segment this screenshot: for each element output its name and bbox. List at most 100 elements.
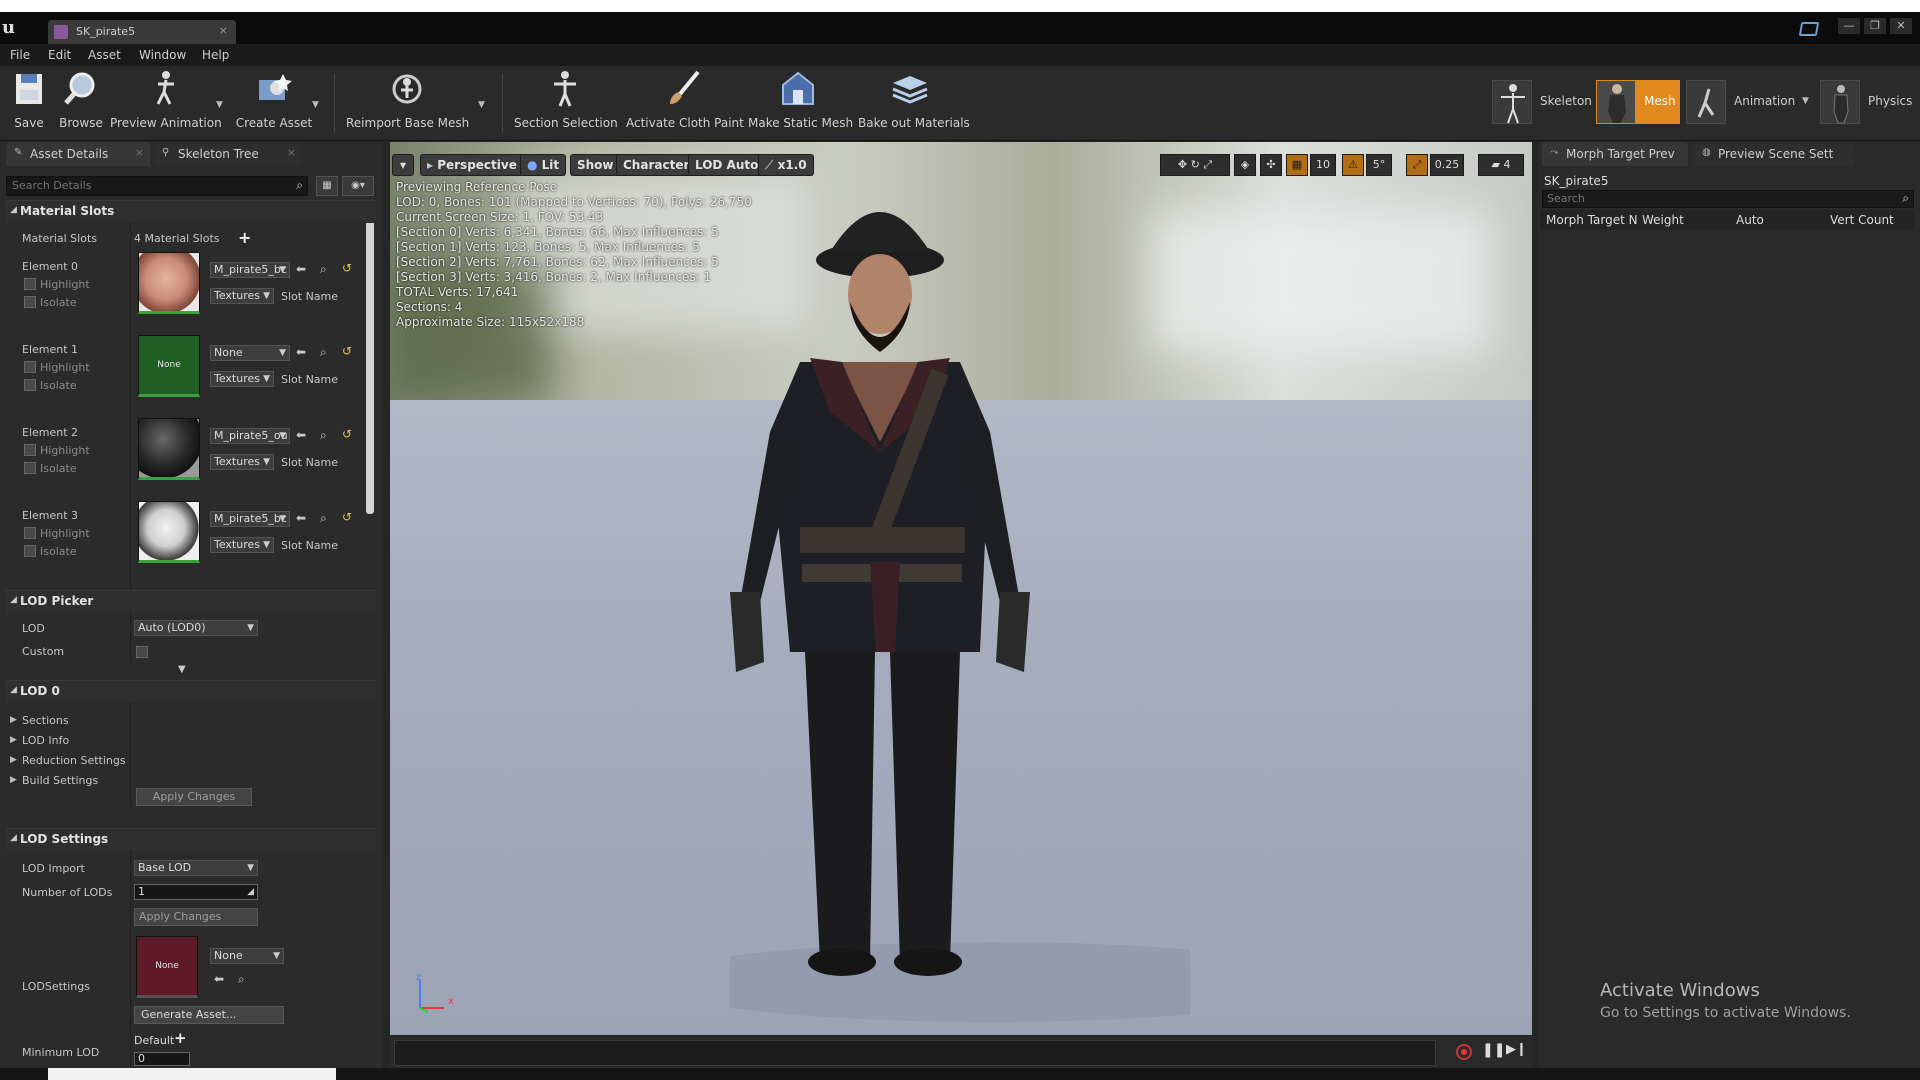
lod0-header[interactable]: ◢ LOD 0 [6, 680, 376, 703]
close-tab-icon[interactable]: × [287, 146, 296, 159]
material-thumbnail[interactable] [138, 418, 200, 480]
lod-select[interactable]: Auto (LOD0) ▼ [134, 620, 258, 636]
lod-auto-button[interactable]: LOD Auto [688, 154, 766, 176]
use-selected-arrow-icon[interactable]: ⬅ [214, 972, 224, 986]
restore-button[interactable]: ❐ [1864, 18, 1886, 34]
animation-mode-dropdown-icon[interactable]: ▼ [1802, 96, 1809, 106]
menu-file[interactable]: File [10, 48, 30, 62]
preview-animation-dropdown-icon[interactable]: ▼ [216, 100, 223, 110]
lod-settings-apply-changes-button[interactable]: Apply Changes [134, 908, 258, 926]
pause-icon[interactable]: ❚❚ [1482, 1042, 1505, 1058]
morph-search-input[interactable] [1543, 191, 1881, 206]
browse-search-icon[interactable]: ⌕ [320, 262, 327, 277]
close-window-button[interactable]: ✕ [1890, 18, 1912, 34]
browse-search-icon[interactable]: ⌕ [320, 511, 327, 526]
textures-dropdown[interactable]: Textures ▼ [210, 371, 274, 387]
use-selected-arrow-icon[interactable]: ⬅ [296, 262, 306, 276]
taskbar-search-area[interactable] [48, 1068, 336, 1080]
expand-advanced-icon[interactable]: ▼ [178, 664, 186, 675]
lodsettings-select[interactable]: None ▼ [210, 948, 284, 964]
create-asset-dropdown-icon[interactable]: ▼ [312, 100, 319, 110]
number-of-lods-input[interactable]: 1 ◢ [134, 884, 258, 900]
lod-import-select[interactable]: Base LOD ▼ [134, 860, 258, 876]
lit-button[interactable]: ● Lit [520, 154, 567, 176]
details-scrollbar[interactable] [366, 200, 374, 514]
visibility-eye-icon[interactable]: ◉▾ [342, 176, 374, 196]
browse-search-icon[interactable]: ⌕ [320, 345, 327, 360]
menu-edit[interactable]: Edit [48, 48, 71, 62]
add-override-icon[interactable]: + [174, 1029, 187, 1047]
reset-to-default-icon[interactable]: ↺ [342, 344, 352, 358]
view-options-grid-icon[interactable]: ▦ [316, 176, 338, 196]
column-weight[interactable]: Weight [1642, 213, 1684, 227]
transform-tools-group[interactable]: ✥ ↻ ⤢ [1160, 154, 1230, 176]
column-vert-count[interactable]: Vert Count [1830, 213, 1894, 227]
reset-to-default-icon[interactable]: ↺ [342, 261, 352, 275]
reimport-base-mesh-button[interactable]: Reimport Base Mesh [346, 66, 469, 138]
camera-speed-button[interactable]: ▰ 4 [1478, 154, 1524, 176]
use-selected-arrow-icon[interactable]: ⬅ [296, 345, 306, 359]
search-details-input[interactable] [7, 177, 287, 194]
textures-dropdown[interactable]: Textures ▼ [210, 537, 274, 553]
column-auto[interactable]: Auto [1736, 213, 1764, 227]
close-tab-icon[interactable]: × [135, 146, 144, 159]
preview-animation-button[interactable]: Preview Animation [110, 66, 222, 138]
isolate-checkbox[interactable] [24, 545, 36, 557]
viewport[interactable]: ▾ ▸ Perspective ● Lit Show Character LOD… [390, 142, 1532, 1035]
coordinate-space-icon[interactable]: ◈ [1234, 154, 1256, 176]
make-static-mesh-button[interactable]: Make Static Mesh [748, 66, 853, 138]
material-select[interactable]: M_pirate5_bc ▼ [210, 511, 290, 527]
browse-search-icon[interactable]: ⌕ [320, 428, 327, 443]
highlight-checkbox[interactable] [24, 278, 36, 290]
material-select[interactable]: M_pirate5_bc ▼ [210, 262, 290, 278]
material-thumbnail[interactable] [138, 501, 200, 563]
timeline-track[interactable] [394, 1040, 1436, 1066]
viewport-options-button[interactable]: ▾ [392, 154, 414, 176]
use-selected-arrow-icon[interactable]: ⬅ [296, 511, 306, 525]
unreal-logo-icon[interactable]: u [2, 18, 28, 38]
lod-picker-header[interactable]: ◢ LOD Picker [6, 590, 376, 613]
bake-out-materials-button[interactable]: Bake out Materials [858, 66, 970, 138]
scale-snap-value[interactable]: 0.25 [1430, 154, 1464, 176]
show-button[interactable]: Show [570, 154, 621, 176]
custom-checkbox[interactable] [136, 646, 148, 658]
tab-morph-target-preview[interactable]: ⤳ Morph Target Prev [1542, 142, 1688, 166]
save-button[interactable]: Save [4, 66, 54, 138]
use-selected-arrow-icon[interactable]: ⬅ [296, 428, 306, 442]
tab-preview-scene-settings[interactable]: ◍ Preview Scene Sett [1694, 142, 1854, 166]
material-thumbnail[interactable] [138, 252, 200, 314]
help-icon[interactable] [1798, 22, 1820, 36]
highlight-checkbox[interactable] [24, 444, 36, 456]
skeleton-mode-button[interactable]: Skeleton [1492, 80, 1592, 124]
create-asset-button[interactable]: Create Asset [232, 66, 316, 138]
menu-asset[interactable]: Asset [88, 48, 121, 62]
generate-asset-button[interactable]: Generate Asset... [134, 1006, 284, 1024]
rotation-snap-icon[interactable]: ⚠ [1342, 154, 1364, 176]
lodsettings-thumbnail[interactable]: None [136, 936, 198, 998]
playback-speed-button[interactable]: ⟋ x1.0 [758, 154, 814, 176]
textures-dropdown[interactable]: Textures ▼ [210, 454, 274, 470]
textures-dropdown[interactable]: Textures ▼ [210, 288, 274, 304]
reset-to-default-icon[interactable]: ↺ [342, 510, 352, 524]
browse-button[interactable]: Browse [56, 66, 106, 138]
material-select[interactable]: None ▼ [210, 345, 290, 361]
material-thumbnail[interactable]: None [138, 335, 200, 397]
step-forward-icon[interactable]: ▶❙ [1506, 1042, 1527, 1057]
column-morph-target-name[interactable]: Morph Target N [1546, 213, 1638, 227]
scale-snap-icon[interactable]: ⤢ [1406, 154, 1428, 176]
close-tab-icon[interactable]: × [219, 24, 228, 37]
isolate-checkbox[interactable] [24, 296, 36, 308]
mesh-mode-button[interactable]: Mesh [1596, 80, 1680, 124]
lod0-apply-changes-button[interactable]: Apply Changes [136, 788, 252, 806]
minimum-lod-input[interactable]: 0 [134, 1052, 190, 1066]
perspective-button[interactable]: ▸ Perspective [420, 154, 524, 176]
reimport-dropdown-icon[interactable]: ▼ [478, 100, 485, 110]
material-slots-header[interactable]: ◢ Material Slots [6, 200, 376, 223]
menu-help[interactable]: Help [202, 48, 229, 62]
section-selection-button[interactable]: Section Selection [514, 66, 618, 138]
browse-search-icon[interactable]: ⌕ [238, 972, 245, 987]
highlight-checkbox[interactable] [24, 527, 36, 539]
record-icon[interactable] [1456, 1044, 1472, 1060]
tab-asset-details[interactable]: ✎ Asset Details × [6, 142, 150, 166]
activate-cloth-paint-button[interactable]: Activate Cloth Paint [626, 66, 744, 138]
